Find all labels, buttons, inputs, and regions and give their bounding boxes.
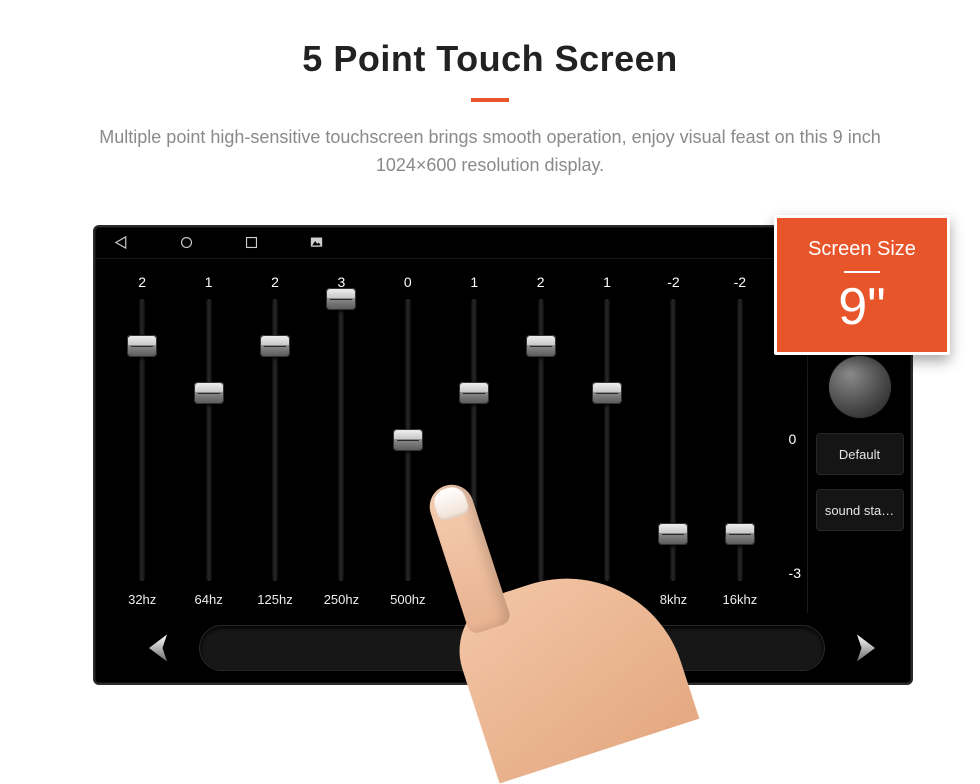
recents-icon[interactable]: [243, 234, 260, 251]
eq-band-value: 2: [138, 271, 146, 293]
equalizer-sliders: 2 32hz 1 64hz 2 125hz 3250hz 0 500hz 1 1khz 2 2khz 1 4…: [95, 259, 777, 613]
eq-band-freq: 2khz: [527, 587, 554, 613]
eq-slider-knob[interactable]: [459, 382, 489, 404]
eq-band-freq: 64hz: [195, 587, 223, 613]
eq-band-value: 2: [271, 271, 279, 293]
eq-slider[interactable]: [138, 299, 146, 581]
badge-label: Screen Size: [808, 238, 916, 261]
eq-band-freq: 32hz: [128, 587, 156, 613]
scale-min: -3: [789, 565, 801, 581]
eq-slider[interactable]: [669, 299, 677, 581]
eq-band-value: 1: [205, 271, 213, 293]
eq-band: 2 32hz: [109, 271, 175, 613]
eq-slider-knob[interactable]: [725, 523, 755, 545]
eq-slider-knob[interactable]: [393, 429, 423, 451]
preset-name[interactable]: Jazz: [199, 625, 825, 671]
eq-band-freq: 4khz: [593, 587, 620, 613]
eq-band-freq: 16khz: [723, 587, 758, 613]
eq-slider-knob[interactable]: [526, 335, 556, 357]
home-icon[interactable]: [178, 234, 195, 251]
eq-band-value: 1: [603, 271, 611, 293]
badge-value: 9": [838, 281, 885, 333]
page-title: 5 Point Touch Screen: [40, 38, 940, 80]
eq-slider-knob[interactable]: [658, 523, 688, 545]
gallery-icon[interactable]: [308, 234, 325, 251]
eq-band: -2 8khz: [640, 271, 706, 613]
scale-mid: 0: [789, 431, 801, 447]
eq-band: 3250hz: [308, 271, 374, 613]
eq-slider[interactable]: [470, 299, 478, 581]
sound-stage-button[interactable]: sound sta…: [816, 489, 904, 531]
eq-band: 2 125hz: [242, 271, 308, 613]
eq-band-value: 1: [470, 271, 478, 293]
eq-band: 1 64hz: [175, 271, 241, 613]
eq-slider[interactable]: [205, 299, 213, 581]
eq-band-freq: 250hz: [324, 587, 359, 613]
preset-prev-button[interactable]: [135, 625, 181, 671]
eq-band: 2 2khz: [507, 271, 573, 613]
title-underline: [471, 98, 509, 102]
eq-band: 1 1khz: [441, 271, 507, 613]
eq-slider-knob[interactable]: [326, 288, 356, 310]
eq-slider-knob[interactable]: [592, 382, 622, 404]
eq-slider-knob[interactable]: [127, 335, 157, 357]
screen-size-badge: Screen Size 9": [774, 215, 950, 355]
eq-band-freq: 125hz: [257, 587, 292, 613]
eq-band-value: -2: [667, 271, 679, 293]
eq-slider-knob[interactable]: [260, 335, 290, 357]
eq-band-value: -2: [734, 271, 746, 293]
back-icon[interactable]: [113, 234, 130, 251]
eq-band-value: 2: [537, 271, 545, 293]
eq-slider[interactable]: [271, 299, 279, 581]
marketing-header: 5 Point Touch Screen Multiple point high…: [0, 0, 980, 190]
eq-slider[interactable]: [736, 299, 744, 581]
eq-band: 0 500hz: [375, 271, 441, 613]
eq-band-freq: 8khz: [660, 587, 687, 613]
eq-band-freq: 1khz: [461, 587, 488, 613]
eq-slider[interactable]: [337, 299, 345, 581]
eq-band: -2 16khz: [707, 271, 773, 613]
badge-underline: [844, 271, 880, 273]
eq-slider[interactable]: [404, 299, 412, 581]
preset-next-button[interactable]: [843, 625, 889, 671]
balance-knob[interactable]: [828, 355, 892, 419]
eq-slider-knob[interactable]: [194, 382, 224, 404]
preset-bar: Jazz: [95, 613, 911, 683]
eq-band: 1 4khz: [574, 271, 640, 613]
eq-band-value: 0: [404, 271, 412, 293]
eq-slider[interactable]: [603, 299, 611, 581]
default-button[interactable]: Default: [816, 433, 904, 475]
page-subtitle: Multiple point high-sensitive touchscree…: [80, 124, 900, 180]
eq-band-freq: 500hz: [390, 587, 425, 613]
eq-slider[interactable]: [537, 299, 545, 581]
